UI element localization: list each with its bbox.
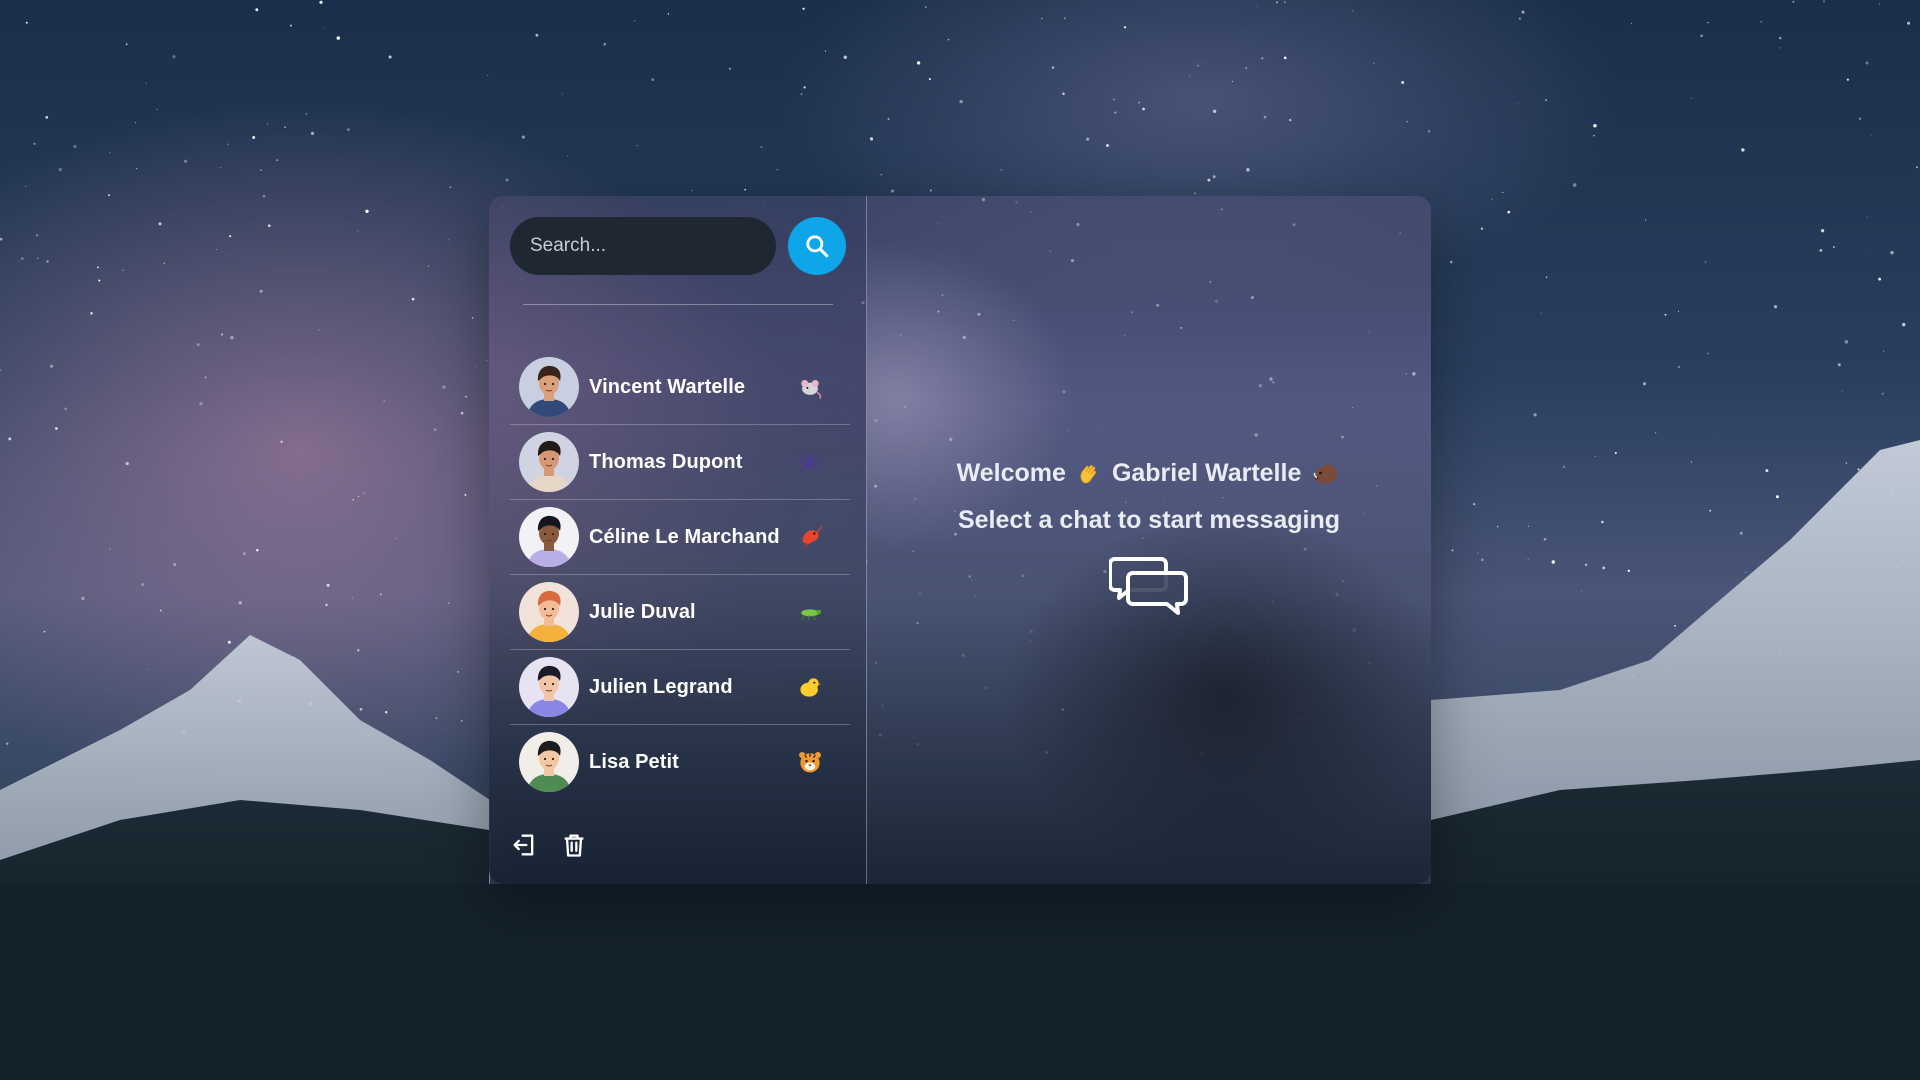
contact-list-item[interactable]: Julie Duval <box>510 575 850 650</box>
welcome-prefix: Welcome <box>956 458 1066 487</box>
avatar <box>519 582 579 642</box>
avatar <box>519 732 579 792</box>
contact-list-item[interactable]: Julien Legrand <box>510 650 850 725</box>
contact-list-item[interactable]: Céline Le Marchand <box>510 500 850 575</box>
chat-app-window: Vincent Wartelle Thomas Dupont Céline Le M… <box>489 196 1431 884</box>
avatar <box>519 357 579 417</box>
chat-bubbles-icon <box>1108 557 1188 615</box>
chat-placeholder-pane: Welcome Gabriel Wartelle Select a chat t… <box>867 196 1431 884</box>
rat-emoji <box>796 373 824 401</box>
search-button[interactable] <box>788 217 846 275</box>
tiger-emoji <box>796 748 824 776</box>
avatar <box>519 657 579 717</box>
contact-name: Lisa Petit <box>589 750 679 773</box>
contact-name: Julie Duval <box>589 600 696 623</box>
welcome-message: Welcome Gabriel Wartelle Select a chat t… <box>867 458 1431 626</box>
search-input[interactable] <box>510 217 776 275</box>
search-icon <box>806 235 829 258</box>
contact-name: Thomas Dupont <box>589 450 743 473</box>
welcome-subtitle: Select a chat to start messaging <box>957 506 1341 534</box>
spider-emoji <box>796 448 824 476</box>
chick-emoji <box>796 673 824 701</box>
sidebar-footer <box>510 831 588 859</box>
welcome-username: Gabriel Wartelle <box>1111 458 1302 487</box>
avatar <box>519 507 579 567</box>
logout-icon[interactable] <box>510 831 538 859</box>
sidebar: Vincent Wartelle Thomas Dupont Céline Le M… <box>489 196 867 884</box>
trash-icon[interactable] <box>560 831 588 859</box>
shrimp-emoji <box>796 523 824 551</box>
contact-list: Vincent Wartelle Thomas Dupont Céline Le M… <box>510 350 850 799</box>
contact-name: Julien Legrand <box>589 675 733 698</box>
contact-list-item[interactable]: Vincent Wartelle <box>510 350 850 425</box>
contact-list-item[interactable]: Lisa Petit <box>510 725 850 799</box>
waving-hand-emoji <box>1080 464 1097 484</box>
boar-emoji <box>1314 464 1338 484</box>
contact-name: Vincent Wartelle <box>589 375 746 398</box>
contact-name: Céline Le Marchand <box>589 525 780 548</box>
avatar <box>519 432 579 492</box>
sidebar-divider <box>523 304 833 305</box>
cricket-emoji <box>796 598 824 626</box>
contact-list-item[interactable]: Thomas Dupont <box>510 425 850 500</box>
search-bar <box>510 217 846 275</box>
